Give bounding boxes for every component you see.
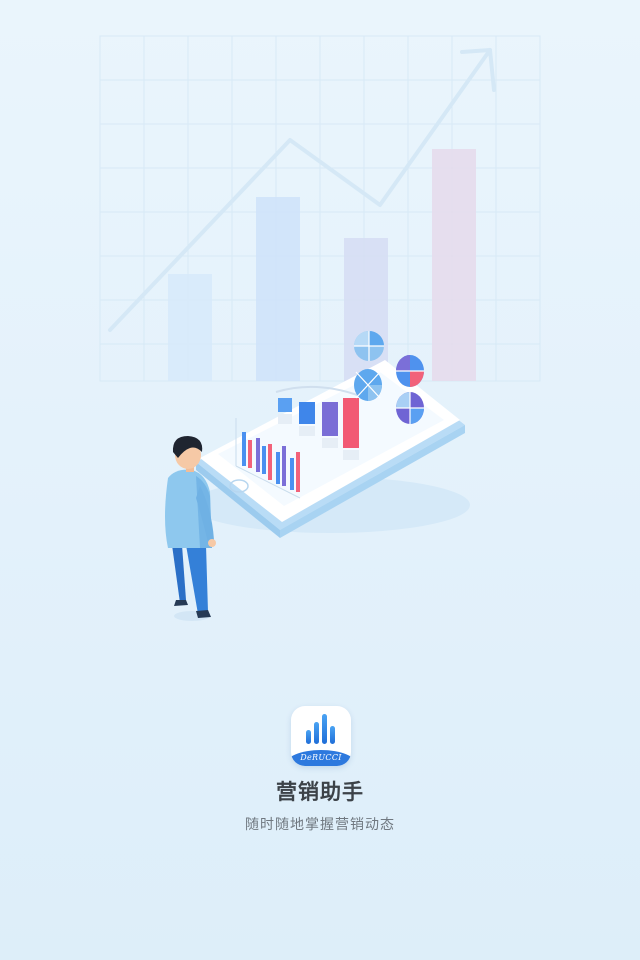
background-bar-chart <box>168 149 476 381</box>
background-bar <box>432 149 476 381</box>
splash-illustration <box>99 35 541 621</box>
pie-chart-top <box>354 331 384 361</box>
pie-chart-right-red <box>396 355 424 387</box>
app-title: 营销助手 <box>276 780 364 804</box>
background-bar <box>256 197 300 381</box>
pie-chart-left <box>354 369 382 401</box>
app-tagline: 随时随地掌握营销动态 <box>245 817 395 833</box>
pie-chart-right-purple <box>396 392 424 424</box>
background-bar <box>168 274 212 381</box>
logo-brand-text: DeRUCCI <box>300 753 342 762</box>
app-logo-icon: DeRUCCI <box>291 706 351 766</box>
